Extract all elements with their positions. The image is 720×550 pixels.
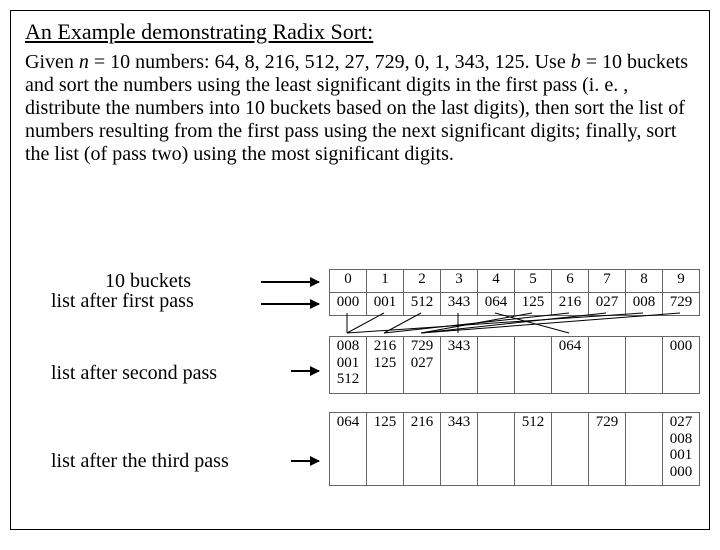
arrow-icon [291,460,319,462]
bucket-cell: 027008001000 [663,413,700,486]
bucket-cell: 512 [404,293,441,316]
bucket-cell: 064 [330,413,367,486]
bucket-cell: 729027 [404,337,441,394]
bucket-cell [626,413,663,486]
bucket-cell: 2 [404,270,441,293]
bucket-cell: 0 [330,270,367,293]
bucket-cell: 216 [552,293,589,316]
bucket-cell: 8 [626,270,663,293]
row-labels: 10 buckets list after first pass list af… [51,271,229,471]
bucket-cell: 5 [515,270,552,293]
bucket-cell: 064 [552,337,589,394]
bucket-cell: 027 [589,293,626,316]
arrow-icon [261,303,319,305]
slide-title: An Example demonstrating Radix Sort: [25,19,695,45]
bucket-cell: 216 [404,413,441,486]
bucket-cell: 125 [515,293,552,316]
bucket-cell [478,337,515,394]
bucket-cell: 3 [441,270,478,293]
bucket-cell: 216125 [367,337,404,394]
label-pass2: list after second pass [51,363,229,383]
bucket-cell: 343 [441,413,478,486]
bucket-cell: 512 [515,413,552,486]
table-header-pass1: 0123456789 00000151234306412521602700872… [329,269,700,316]
bucket-cell [515,337,552,394]
bucket-cell: 125 [367,413,404,486]
bucket-cell [478,413,515,486]
bucket-cell: 7 [589,270,626,293]
bucket-cell: 9 [663,270,700,293]
bucket-cell: 008001512 [330,337,367,394]
bucket-tables: 0123456789 00000151234306412521602700872… [329,269,700,486]
table-pass2: 008001512216125729027343 064 000 [329,336,700,394]
arrow-icon [291,370,319,372]
label-pass1: list after first pass [51,291,229,311]
bucket-cell: 729 [663,293,700,316]
arrow-icon [261,281,319,283]
bucket-cell [626,337,663,394]
bucket-cell: 008 [626,293,663,316]
slide-description: Given n = 10 numbers: 64, 8, 216, 512, 2… [25,51,695,166]
label-buckets: 10 buckets [105,271,229,291]
bucket-cell [589,337,626,394]
bucket-cell: 000 [330,293,367,316]
slide-frame: An Example demonstrating Radix Sort: Giv… [10,10,710,530]
bucket-cell: 064 [478,293,515,316]
bucket-cell [552,413,589,486]
bucket-cell: 729 [589,413,626,486]
bucket-cell: 6 [552,270,589,293]
bucket-cell: 1 [367,270,404,293]
bucket-cell: 343 [441,337,478,394]
table-pass3: 064125216343 512 729 027008001000 [329,412,700,486]
bucket-cell: 4 [478,270,515,293]
bucket-cell: 000 [663,337,700,394]
label-pass3: list after the third pass [51,451,229,471]
bucket-cell: 001 [367,293,404,316]
bucket-cell: 343 [441,293,478,316]
